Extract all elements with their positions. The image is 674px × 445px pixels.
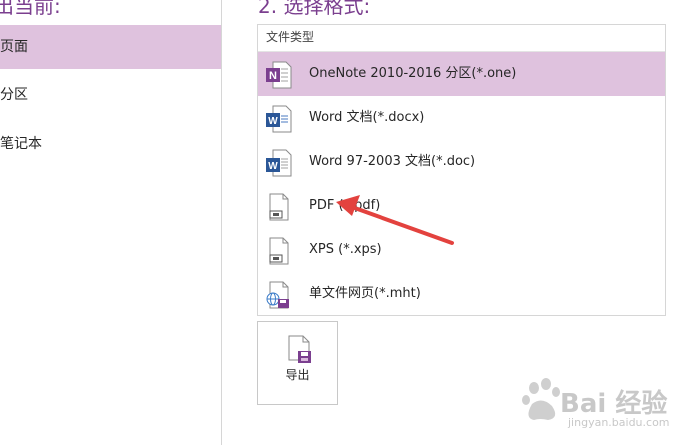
watermark-brand: Bai 经验 [560, 389, 668, 419]
onenote-icon: N [264, 60, 294, 90]
pdf-icon [264, 192, 294, 222]
format-list-header: 文件类型 [258, 25, 665, 52]
format-label: PDF (*.pdf) [309, 198, 381, 213]
export-icon [285, 334, 315, 368]
format-item-mht[interactable]: 单文件网页(*.mht) [258, 272, 665, 316]
scope-item-label: 笔记本 [0, 136, 42, 152]
mht-icon [264, 280, 294, 310]
format-item-word-docx[interactable]: W Word 文档(*.docx) [258, 96, 665, 140]
format-label: XPS (*.xps) [309, 242, 382, 257]
export-label: 导出 [285, 368, 310, 382]
format-label: Word 97-2003 文档(*.doc) [309, 154, 476, 169]
scope-heading: 出当前: [0, 0, 61, 18]
svg-text:W: W [268, 161, 278, 172]
svg-text:W: W [268, 116, 278, 127]
scope-panel: 出当前: 页面 分区 笔记本 [0, 0, 222, 445]
format-label: 单文件网页(*.mht) [309, 286, 421, 301]
word-doc-icon: W [264, 148, 294, 178]
scope-item-page[interactable]: 页面 [0, 25, 221, 69]
scope-item-notebook[interactable]: 笔记本 [0, 122, 221, 166]
export-button[interactable]: 导出 [257, 321, 338, 405]
format-item-word-doc[interactable]: W Word 97-2003 文档(*.doc) [258, 140, 665, 184]
watermark-url: jingyan.baidu.com [568, 416, 670, 429]
scope-item-label: 页面 [0, 39, 28, 55]
svg-text:N: N [269, 70, 277, 82]
format-item-xps[interactable]: XPS (*.xps) [258, 228, 665, 272]
word-docx-icon: W [264, 104, 294, 134]
format-label: OneNote 2010-2016 分区(*.one) [309, 66, 517, 81]
scope-item-label: 分区 [0, 87, 28, 103]
format-label: Word 文档(*.docx) [309, 110, 425, 125]
scope-item-section[interactable]: 分区 [0, 73, 221, 117]
format-heading: 2. 选择格式: [258, 0, 371, 18]
format-item-onenote[interactable]: N OneNote 2010-2016 分区(*.one) [258, 52, 665, 96]
format-list: 文件类型 N OneNote 2010-2016 分区(*.one) W Wor… [257, 24, 666, 316]
xps-icon [264, 236, 294, 266]
format-item-pdf[interactable]: PDF (*.pdf) [258, 184, 665, 228]
